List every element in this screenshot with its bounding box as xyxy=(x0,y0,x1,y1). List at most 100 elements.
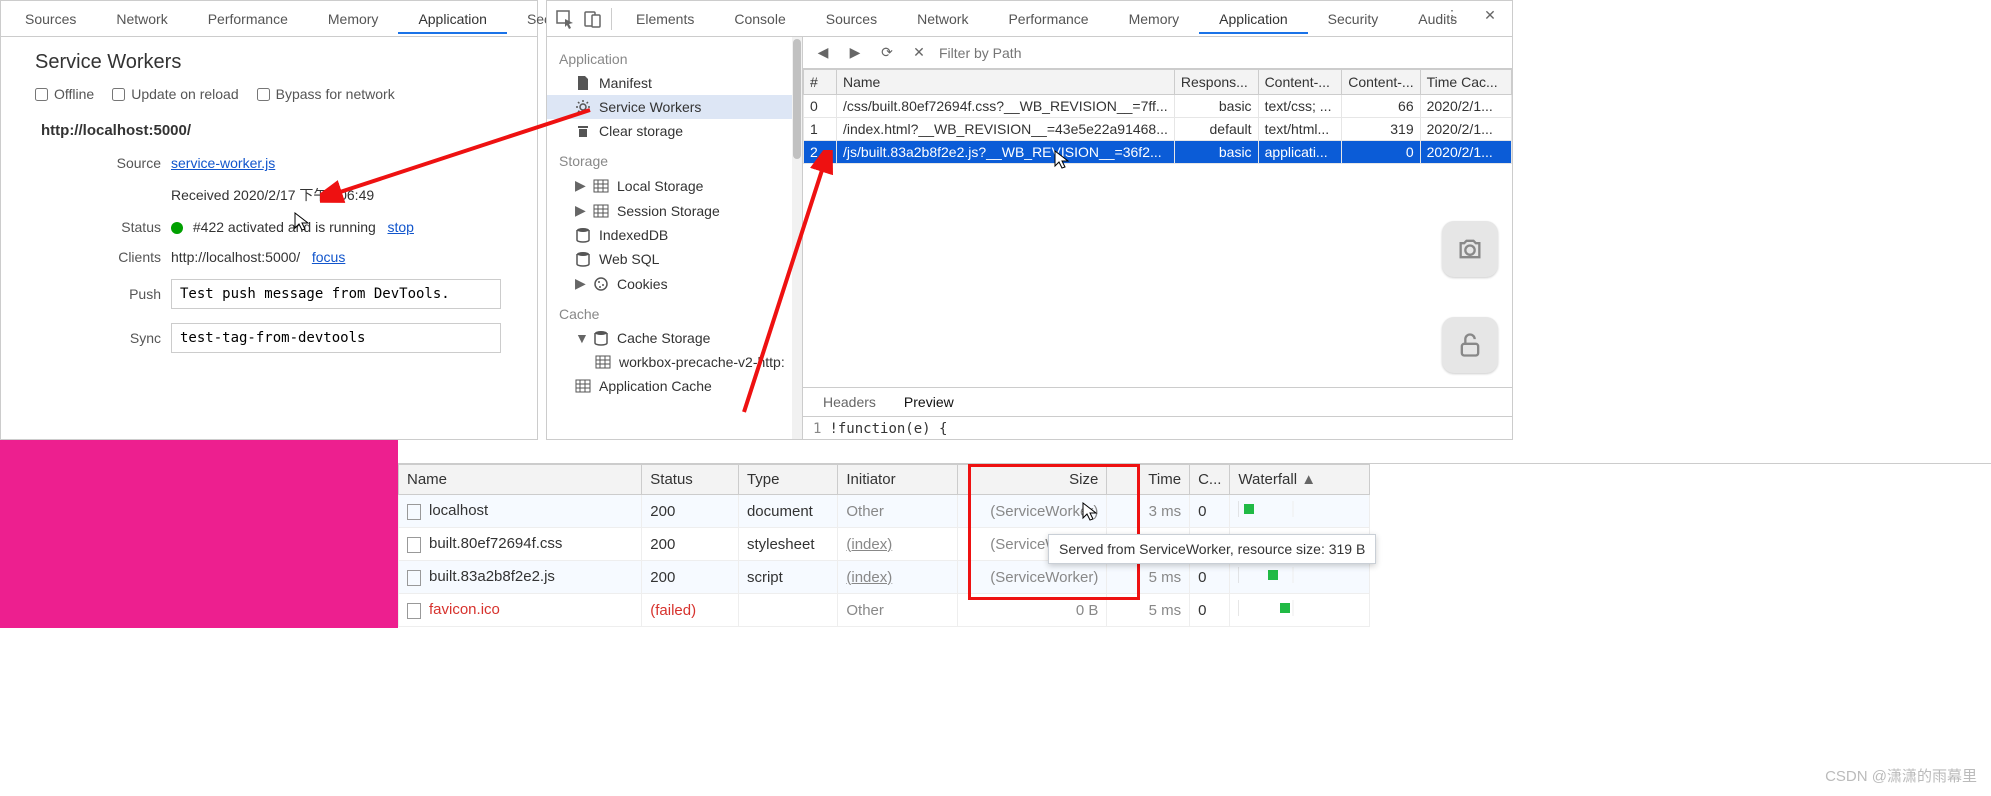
preview-content: 1 !function(e) { xyxy=(803,417,1512,439)
nav-forward-button[interactable]: ▶ xyxy=(843,41,867,65)
rtab-sources[interactable]: Sources xyxy=(806,5,897,33)
col-content-length[interactable]: Content-... xyxy=(1342,70,1420,95)
net-col-initiator[interactable]: Initiator xyxy=(838,465,958,495)
table-row[interactable]: favicon.ico(failed)Other0 B5 ms0 xyxy=(399,594,1370,627)
sw-origin: http://localhost:5000/ xyxy=(1,112,537,149)
net-col-name[interactable]: Name xyxy=(399,465,642,495)
clients-text: http://localhost:5000/ xyxy=(171,249,300,265)
col-name[interactable]: Name xyxy=(836,70,1174,95)
group-application: Application xyxy=(547,41,802,71)
sidebar-item-indexeddb[interactable]: IndexedDB xyxy=(547,223,802,247)
more-icon[interactable]: ⋮ xyxy=(1442,5,1462,25)
nav-back-button[interactable]: ◀ xyxy=(811,41,835,65)
option-offline[interactable]: Offline xyxy=(35,86,94,102)
net-col-c[interactable]: C... xyxy=(1190,465,1230,495)
sort-icon: ▲ xyxy=(1301,471,1316,488)
tab-memory[interactable]: Memory xyxy=(308,5,399,33)
sync-label: Sync xyxy=(1,330,171,346)
rtab-performance[interactable]: Performance xyxy=(988,5,1108,33)
col-index[interactable]: # xyxy=(804,70,837,95)
cache-table: # Name Respons... Content-... Content-..… xyxy=(803,69,1512,228)
reload-button[interactable]: ⟳ xyxy=(875,41,899,65)
device-icon[interactable] xyxy=(583,9,603,29)
bypass-checkbox[interactable] xyxy=(257,88,270,101)
line-number: 1 xyxy=(813,421,821,435)
rtab-console[interactable]: Console xyxy=(714,5,805,33)
tab-application[interactable]: Application xyxy=(398,5,507,33)
cache-toolbar: ◀ ▶ ⟳ ✕ xyxy=(803,37,1512,69)
delete-button[interactable]: ✕ xyxy=(907,41,931,65)
focus-link[interactable]: focus xyxy=(312,249,345,265)
sidebar-item-app-cache[interactable]: Application Cache xyxy=(547,374,802,398)
lock-button[interactable] xyxy=(1442,317,1498,373)
tab-preview[interactable]: Preview xyxy=(890,388,968,416)
offline-checkbox[interactable] xyxy=(35,88,48,101)
chevron-right-icon: ▶ xyxy=(575,202,585,219)
net-col-time[interactable]: Time xyxy=(1107,465,1190,495)
tab-performance[interactable]: Performance xyxy=(188,5,308,33)
sidebar-item-manifest[interactable]: Manifest xyxy=(547,71,802,95)
devtools-panel-left: Sources Network Performance Memory Appli… xyxy=(0,0,538,440)
sidebar-item-cache-storage[interactable]: ▼Cache Storage xyxy=(547,326,802,350)
file-icon xyxy=(575,75,591,91)
net-col-size[interactable]: Size xyxy=(958,465,1107,495)
table-row[interactable]: 0/css/built.80ef72694f.css?__WB_REVISION… xyxy=(804,95,1512,118)
sidebar-item-session-storage[interactable]: ▶Session Storage xyxy=(547,198,802,223)
sidebar-item-websql[interactable]: Web SQL xyxy=(547,247,802,271)
rtab-security[interactable]: Security xyxy=(1308,5,1399,33)
tab-sources[interactable]: Sources xyxy=(5,5,96,33)
net-col-waterfall[interactable]: Waterfall ▲ xyxy=(1230,465,1370,495)
status-label: Status xyxy=(1,219,171,235)
rtab-application[interactable]: Application xyxy=(1199,5,1308,33)
tooltip: Served from ServiceWorker, resource size… xyxy=(1048,534,1376,564)
rtab-elements[interactable]: Elements xyxy=(616,5,714,33)
table-row[interactable]: 1/index.html?__WB_REVISION__=43e5e22a914… xyxy=(804,118,1512,141)
cookie-icon xyxy=(593,276,609,292)
grid-icon xyxy=(593,203,609,219)
database-icon xyxy=(593,330,609,346)
service-workers-options: Offline Update on reload Bypass for netw… xyxy=(1,82,537,112)
table-row[interactable]: 2/js/built.83a2b8f2e2.js?__WB_REVISION__… xyxy=(804,141,1512,164)
stop-link[interactable]: stop xyxy=(387,219,413,235)
sidebar-item-service-workers[interactable]: Service Workers xyxy=(547,95,802,119)
screenshot-button[interactable] xyxy=(1442,221,1498,277)
option-bypass[interactable]: Bypass for network xyxy=(257,86,395,102)
inspect-icon[interactable] xyxy=(555,9,575,29)
rtab-memory[interactable]: Memory xyxy=(1109,5,1200,33)
push-input[interactable] xyxy=(171,279,501,309)
col-response[interactable]: Respons... xyxy=(1174,70,1258,95)
status-text: #422 activated and is running xyxy=(193,219,376,235)
rtab-network[interactable]: Network xyxy=(897,5,988,33)
source-label: Source xyxy=(1,155,171,171)
chevron-right-icon: ▶ xyxy=(575,177,585,194)
filter-input[interactable] xyxy=(939,41,1504,65)
col-content-type[interactable]: Content-... xyxy=(1258,70,1342,95)
sidebar-scrollbar[interactable] xyxy=(792,37,802,439)
clients-label: Clients xyxy=(1,249,171,265)
option-update[interactable]: Update on reload xyxy=(112,86,238,102)
net-col-type[interactable]: Type xyxy=(738,465,837,495)
tab-headers[interactable]: Headers xyxy=(809,388,890,416)
sidebar-item-clear-storage[interactable]: Clear storage xyxy=(547,119,802,143)
sync-input[interactable] xyxy=(171,323,501,353)
col-time[interactable]: Time Cac... xyxy=(1420,70,1511,95)
source-link[interactable]: service-worker.js xyxy=(171,155,275,171)
grid-icon xyxy=(593,178,609,194)
table-row[interactable]: localhost200documentOther(ServiceWorker)… xyxy=(399,495,1370,528)
net-col-status[interactable]: Status xyxy=(642,465,739,495)
network-table-wrap: Name Status Type Initiator Size Time C..… xyxy=(398,440,1991,627)
sidebar-item-cookies[interactable]: ▶Cookies xyxy=(547,271,802,296)
camera-icon xyxy=(1456,235,1484,263)
table-row[interactable]: built.83a2b8f2e2.js200script(index)(Serv… xyxy=(399,561,1370,594)
status-dot-icon xyxy=(171,222,183,234)
database-icon xyxy=(575,227,591,243)
tab-network[interactable]: Network xyxy=(96,5,187,33)
close-icon[interactable]: ✕ xyxy=(1480,5,1500,25)
update-checkbox[interactable] xyxy=(112,88,125,101)
sidebar-item-local-storage[interactable]: ▶Local Storage xyxy=(547,173,802,198)
database-icon xyxy=(575,251,591,267)
sidebar-item-workbox[interactable]: workbox-precache-v2-http: xyxy=(547,350,802,374)
code-text: !function(e) { xyxy=(829,421,947,435)
bottom-panel: Name Status Type Initiator Size Time C..… xyxy=(0,440,1991,796)
application-main: ◀ ▶ ⟳ ✕ # Name Respons... Content-... Co… xyxy=(803,37,1512,439)
